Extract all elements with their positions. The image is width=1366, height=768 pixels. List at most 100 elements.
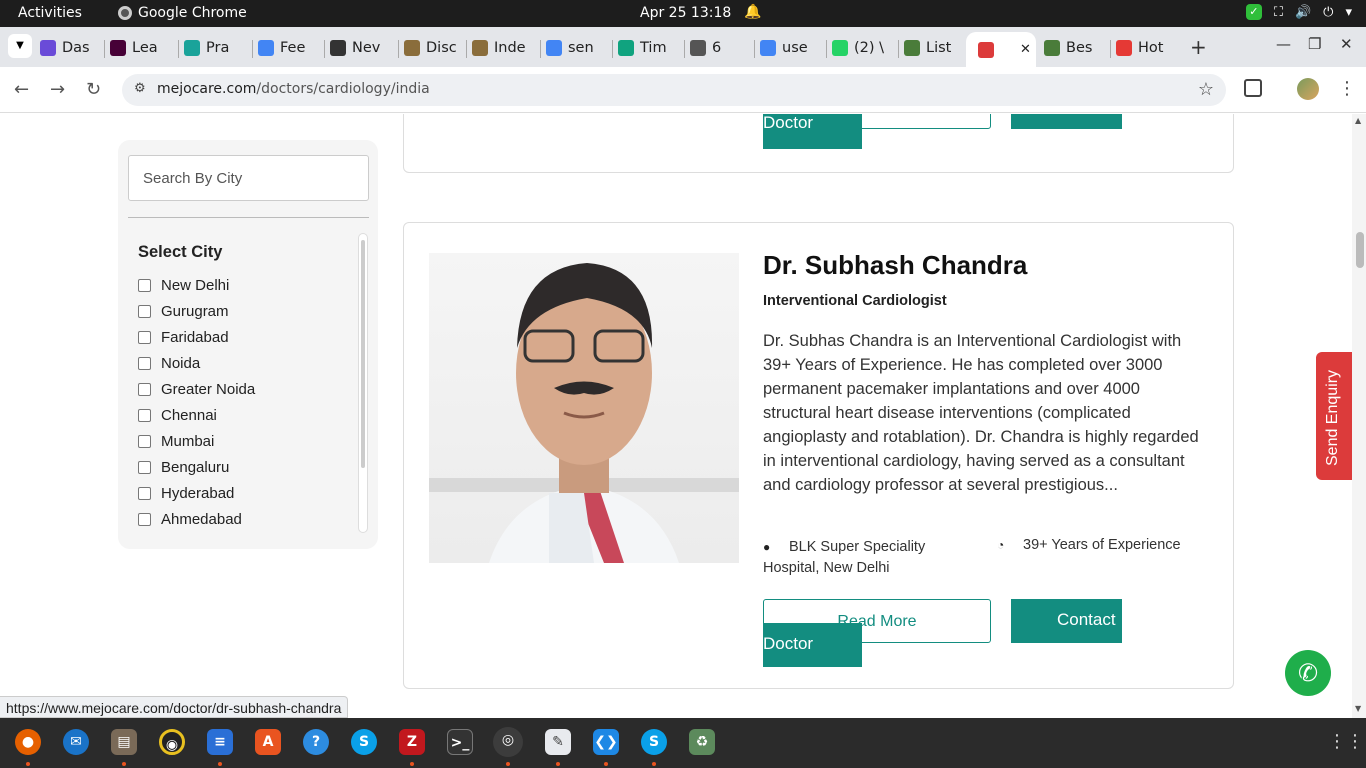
browser-tab[interactable]: Das bbox=[40, 33, 100, 63]
firefox-icon[interactable]: ● bbox=[15, 729, 41, 755]
tab-search-button[interactable]: ▼ bbox=[8, 34, 32, 58]
reload-icon[interactable]: ↻ bbox=[86, 79, 101, 100]
city-label: Chennai bbox=[161, 406, 217, 424]
filezilla-icon[interactable]: Z bbox=[399, 729, 425, 755]
scroll-up-arrow-icon[interactable]: ▲ bbox=[1355, 116, 1361, 125]
browser-tab[interactable]: (2) \ bbox=[832, 33, 892, 63]
city-option[interactable]: Greater Noida bbox=[138, 376, 255, 402]
browser-tab[interactable]: Disc bbox=[404, 33, 462, 63]
city-option[interactable]: Mumbai bbox=[138, 428, 255, 454]
back-arrow-icon[interactable]: ← bbox=[14, 79, 29, 100]
doctor-bio: Dr. Subhas Chandra is an Interventional … bbox=[763, 332, 1199, 494]
send-enquiry-label: Send Enquiry bbox=[1324, 369, 1341, 466]
clock[interactable]: Apr 25 13:18 bbox=[640, 5, 731, 21]
contact-doctor-button-previous[interactable]: Doctor bbox=[763, 114, 862, 149]
contact-doctor-button[interactable]: Contact bbox=[1011, 599, 1122, 643]
city-search-input[interactable] bbox=[128, 155, 369, 201]
rhythmbox-icon[interactable]: ◉ bbox=[159, 729, 185, 755]
forward-arrow-icon[interactable]: → bbox=[50, 79, 65, 100]
vscode-icon[interactable]: ❮❯ bbox=[593, 729, 619, 755]
browser-tab[interactable]: Fee bbox=[258, 33, 320, 63]
maximize-button[interactable]: ❐ bbox=[1308, 35, 1321, 53]
tab-separator bbox=[826, 40, 827, 58]
browser-tab[interactable]: Bes bbox=[1044, 33, 1104, 63]
city-label: Greater Noida bbox=[161, 380, 256, 398]
skype-icon[interactable]: S bbox=[351, 729, 377, 755]
browser-tab[interactable]: Pra bbox=[184, 33, 246, 63]
trash-icon[interactable]: ♻ bbox=[689, 729, 715, 755]
files-icon[interactable]: ▤ bbox=[111, 729, 137, 755]
browser-tab[interactable]: Nev bbox=[330, 33, 392, 63]
openai-icon bbox=[618, 40, 634, 56]
url-text[interactable]: mejocare.com/doctors/cardiology/india bbox=[157, 81, 430, 97]
new-tab-button[interactable]: + bbox=[1190, 35, 1207, 59]
docs-icon bbox=[258, 40, 274, 56]
profile-avatar[interactable] bbox=[1297, 78, 1319, 100]
skype-alt-icon[interactable]: S bbox=[641, 729, 667, 755]
browser-tab[interactable]: ✕ bbox=[966, 32, 1036, 67]
help-icon[interactable]: ? bbox=[303, 729, 329, 755]
minimize-button[interactable]: — bbox=[1276, 35, 1291, 53]
activities-button[interactable]: Activities bbox=[18, 5, 82, 21]
city-option[interactable]: Bengaluru bbox=[138, 454, 255, 480]
browser-tab[interactable]: Inde bbox=[472, 33, 532, 63]
app-center-icon[interactable]: A bbox=[255, 729, 281, 755]
address-bar[interactable]: ⚙ mejocare.com/doctors/cardiology/india … bbox=[122, 74, 1226, 106]
close-window-button[interactable]: ✕ bbox=[1340, 35, 1353, 53]
browser-tab[interactable]: Hot bbox=[1116, 33, 1176, 63]
globe-icon bbox=[690, 40, 706, 56]
thunderbird-icon[interactable]: ✉ bbox=[63, 729, 89, 755]
city-checkbox[interactable] bbox=[138, 278, 151, 292]
contact-doctor-button-wrap[interactable]: Doctor bbox=[763, 623, 862, 667]
city-checkbox[interactable] bbox=[138, 460, 151, 474]
writer-icon[interactable]: ≡ bbox=[207, 729, 233, 755]
app-menu[interactable]: Google Chrome bbox=[118, 5, 247, 21]
list-icon bbox=[904, 40, 920, 56]
city-checkbox[interactable] bbox=[138, 434, 151, 448]
tab-label: Nev bbox=[352, 40, 381, 56]
chrome-menu-icon[interactable]: ⋮ bbox=[1338, 78, 1356, 99]
browser-tab[interactable]: Lea bbox=[110, 33, 172, 63]
browser-tab[interactable]: List bbox=[904, 33, 964, 63]
city-checkbox[interactable] bbox=[138, 356, 151, 370]
city-list-scroll-thumb[interactable] bbox=[361, 240, 365, 468]
bookmark-star-icon[interactable]: ☆ bbox=[1198, 79, 1214, 100]
xd-icon bbox=[110, 40, 126, 56]
city-option[interactable]: Ahmedabad bbox=[138, 506, 255, 532]
extensions-icon[interactable] bbox=[1244, 79, 1262, 97]
scroll-down-arrow-icon[interactable]: ▼ bbox=[1355, 704, 1361, 713]
text-editor-icon[interactable]: ✎ bbox=[545, 729, 571, 755]
browser-tab[interactable]: use bbox=[760, 33, 820, 63]
city-checkbox[interactable] bbox=[138, 330, 151, 344]
city-checkbox[interactable] bbox=[138, 512, 151, 526]
doctor-name[interactable]: Dr. Subhash Chandra bbox=[763, 250, 1027, 281]
send-enquiry-button[interactable]: Send Enquiry bbox=[1316, 352, 1352, 480]
city-checkbox[interactable] bbox=[138, 408, 151, 422]
contact-doctor-button-previous-top[interactable] bbox=[1011, 114, 1122, 129]
city-option[interactable]: Gurugram bbox=[138, 298, 255, 324]
city-option[interactable]: Chennai bbox=[138, 402, 255, 428]
whatsapp-chat-button[interactable]: ✆ bbox=[1285, 650, 1331, 696]
city-option[interactable]: New Delhi bbox=[138, 272, 255, 298]
chrome-dock-icon[interactable]: ◎ bbox=[493, 727, 523, 757]
browser-tab[interactable]: 6 bbox=[690, 33, 748, 63]
page-scroll-thumb[interactable] bbox=[1356, 232, 1364, 268]
city-option[interactable]: Faridabad bbox=[138, 324, 255, 350]
site-info-icon[interactable]: ⚙ bbox=[134, 81, 146, 96]
page-scrollbar[interactable]: ▲ ▼ bbox=[1352, 114, 1366, 718]
browser-tab[interactable]: Tim bbox=[618, 33, 678, 63]
terminal-icon[interactable]: >_ bbox=[447, 729, 473, 755]
close-tab-icon[interactable]: ✕ bbox=[1020, 42, 1031, 57]
city-checkbox[interactable] bbox=[138, 486, 151, 500]
city-option[interactable]: Hyderabad bbox=[138, 480, 255, 506]
system-tray[interactable]: ✓ ⛶ 🔊 ⏻ ▾ bbox=[1245, 4, 1352, 20]
browser-tab[interactable]: sen bbox=[546, 33, 606, 63]
city-list-scrollbar[interactable] bbox=[358, 233, 368, 533]
show-apps-icon[interactable]: ⋮⋮⋮ bbox=[1328, 731, 1366, 752]
city-checkbox[interactable] bbox=[138, 304, 151, 318]
filter-divider bbox=[128, 217, 369, 218]
city-checkbox[interactable] bbox=[138, 382, 151, 396]
tab-separator bbox=[898, 40, 899, 58]
network-icon: ⛶ bbox=[1273, 4, 1283, 20]
city-option[interactable]: Noida bbox=[138, 350, 255, 376]
